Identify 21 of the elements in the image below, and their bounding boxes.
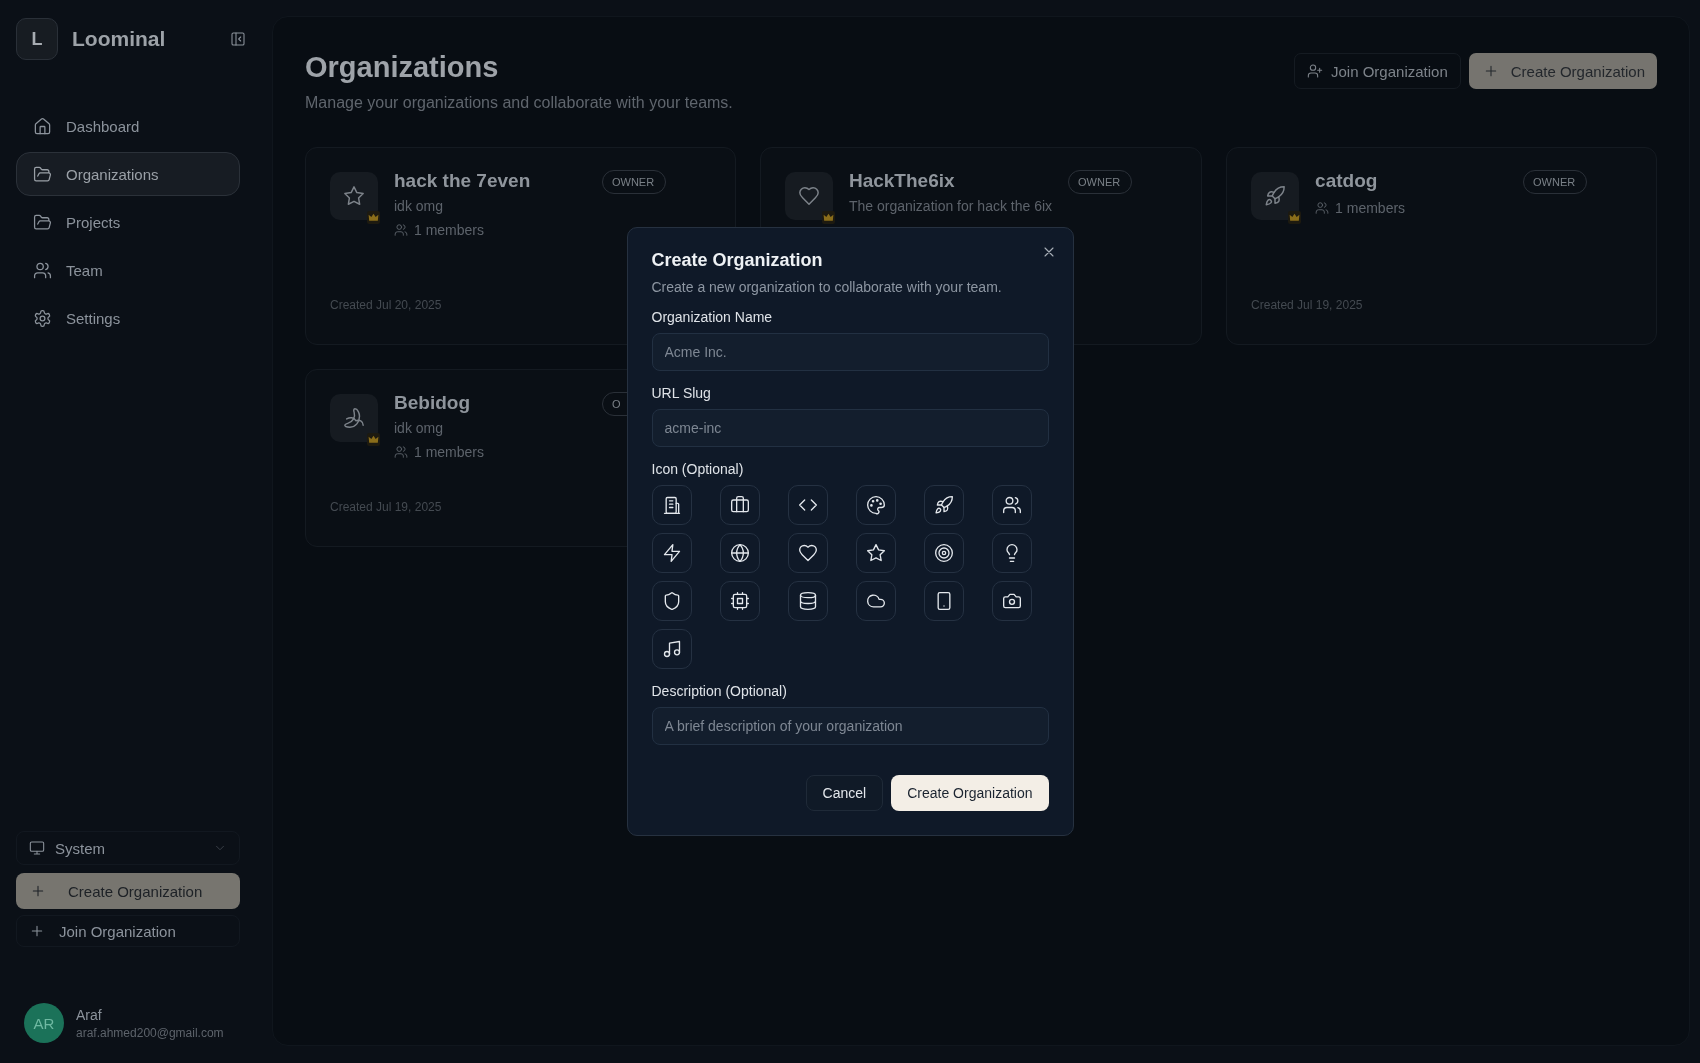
member-count: 1 members: [394, 444, 586, 460]
organization-name: hack the 7even: [394, 170, 532, 192]
app-name: Loominal: [72, 27, 167, 51]
created-date: Created Jul 19, 2025: [1251, 298, 1363, 312]
member-count: 1 members: [1315, 200, 1507, 216]
organization-name: catdog: [1315, 170, 1379, 192]
page-title: Organizations: [305, 51, 500, 84]
organization-description: The organization for hack the 6ix: [848, 198, 1053, 214]
field-label: Description (Optional): [651, 683, 788, 699]
organization-name: HackThe6ix: [848, 170, 956, 192]
organization-name: Bebidog: [394, 392, 471, 414]
user-avatar: AR: [24, 1003, 64, 1043]
created-date: Created Jul 20, 2025: [330, 298, 442, 312]
organization-description: idk omg: [394, 198, 445, 214]
created-date: Created Jul 19, 2025: [330, 500, 442, 514]
page-subtitle: Manage your organizations and collaborate with your teams.: [305, 94, 733, 112]
user-name: Araf: [76, 1006, 103, 1023]
organization-description: idk omg: [394, 420, 445, 436]
user-email: araf.ahmed200@gmail.com: [76, 1025, 224, 1040]
logo: L: [16, 18, 58, 60]
member-count: 1 members: [394, 222, 586, 238]
